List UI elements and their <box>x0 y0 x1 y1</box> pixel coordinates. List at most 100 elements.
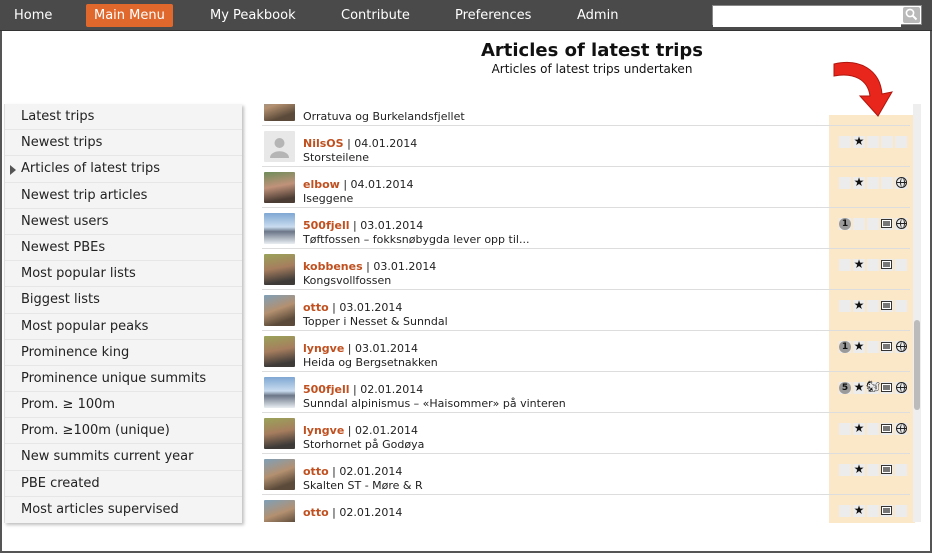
icon-slot <box>853 218 865 230</box>
avatar[interactable] <box>264 104 295 121</box>
sidebar-item-label: Prominence king <box>21 344 130 360</box>
trip-user-link[interactable]: elbow <box>303 178 340 191</box>
sidebar-item[interactable]: Prom. ≥ 100m <box>5 392 242 419</box>
nav-main-menu[interactable]: Main Menu <box>86 4 173 27</box>
sidebar-item[interactable]: Prominence unique summits <box>5 365 242 393</box>
trip-row[interactable]: kobbenes | 03.01.2014 Kongsvollfossen ★ <box>262 249 910 290</box>
nav-home[interactable]: Home <box>6 4 60 27</box>
photo-icon <box>881 219 892 228</box>
search-button[interactable] <box>903 7 920 23</box>
trip-user-link[interactable]: 500fjell <box>303 219 350 232</box>
trip-title-link[interactable]: Tøftfossen – fokksnøbygda lever opp til.… <box>303 233 529 246</box>
sidebar-item[interactable]: Newest trips <box>5 130 242 157</box>
trip-row[interactable]: 500fjell | 03.01.2014 Tøftfossen – fokksn… <box>262 208 910 249</box>
nav-preferences[interactable]: Preferences <box>447 4 539 27</box>
sidebar-item[interactable]: Newest trip articles <box>5 182 242 209</box>
trip-row[interactable]: otto | 02.01.2014Siste topp i Molde ★ <box>262 495 910 522</box>
icon-slot <box>839 505 851 517</box>
trip-title-link[interactable]: Skalten ST - Møre & R <box>303 479 423 492</box>
trip-title-link[interactable]: Storsteilene <box>303 151 369 164</box>
icon-slot <box>881 177 893 189</box>
comment-count-badge[interactable]: 1 <box>839 218 851 230</box>
sidebar-item[interactable]: Articles of latest trips <box>5 156 242 183</box>
trip-row[interactable]: Orratuva og Burkelandsfjellet <box>262 104 910 126</box>
trip-user-link[interactable]: otto <box>303 301 329 314</box>
sidebar-item[interactable]: Prom. ≥100m (unique) <box>5 418 242 445</box>
trip-user-link[interactable]: otto <box>303 506 329 519</box>
sidebar-item[interactable]: New summits current year <box>5 444 242 471</box>
icon-slot <box>895 505 907 517</box>
sidebar-item[interactable]: Biggest lists <box>5 287 242 314</box>
avatar[interactable] <box>264 295 295 326</box>
sidebar-item[interactable]: Most popular peaks <box>5 313 242 340</box>
trip-user-link[interactable]: lyngve <box>303 342 344 355</box>
sidebar-item-label: Biggest lists <box>21 292 100 308</box>
sidebar-item-label: Newest trip articles <box>21 187 148 203</box>
sidebar-item[interactable]: Newest PBEs <box>5 234 242 262</box>
search-box <box>712 5 922 27</box>
avatar[interactable] <box>264 336 295 367</box>
trip-icons: ★ <box>839 462 911 476</box>
scrollbar-thumb[interactable] <box>914 320 920 410</box>
trip-row[interactable]: NilsOS | 04.01.2014 Storsteilene ★ <box>262 126 910 167</box>
trip-title-link[interactable]: Storhornet på Godøya <box>303 438 424 451</box>
globe-icon <box>896 423 907 434</box>
sidebar-item[interactable]: Most popular lists <box>5 261 242 288</box>
separator: | <box>344 424 355 437</box>
avatar[interactable] <box>264 418 295 449</box>
trip-title-link[interactable]: Siste topp i Molde <box>303 520 401 522</box>
avatar[interactable] <box>264 377 295 408</box>
nav-contribute[interactable]: Contribute <box>333 4 418 27</box>
sidebar-item-label: PBE created <box>21 475 100 491</box>
trip-user-link[interactable]: otto <box>303 465 329 478</box>
icon-slot <box>867 423 879 435</box>
nav-my-peakbook[interactable]: My Peakbook <box>202 4 304 27</box>
default-avatar-icon[interactable] <box>264 131 295 162</box>
separator: | <box>344 342 355 355</box>
avatar[interactable] <box>264 459 295 490</box>
sidebar-item[interactable]: Most articles supervised <box>5 496 242 523</box>
trip-user-link[interactable]: 500fjell <box>303 383 350 396</box>
icon-slot <box>839 464 851 476</box>
trip-user-link[interactable]: kobbenes <box>303 260 363 273</box>
trip-title-link[interactable]: Iseggene <box>303 192 353 205</box>
trip-title-link[interactable]: Heida og Bergsetnakken <box>303 356 438 369</box>
search-input[interactable] <box>713 8 901 27</box>
globe-icon <box>896 177 907 188</box>
trip-title-link[interactable]: Sunndal alpinismus – «Haisommer» på vint… <box>303 397 566 410</box>
star-icon: ★ <box>853 462 865 476</box>
sidebar-item[interactable]: Prominence king <box>5 339 242 366</box>
icon-slot <box>881 136 893 148</box>
sidebar-item[interactable]: PBE created <box>5 470 242 497</box>
photo-icon <box>881 301 892 310</box>
trip-row[interactable]: lyngve | 03.01.2014 Heida og Bergsetnakke… <box>262 331 910 372</box>
trip-title-link[interactable]: Kongsvollfossen <box>303 274 391 287</box>
scrollbar-track[interactable] <box>913 104 921 522</box>
avatar[interactable] <box>264 172 295 203</box>
photo-icon <box>881 383 892 392</box>
nav-admin[interactable]: Admin <box>569 4 626 27</box>
trip-date: 03.01.2014 <box>354 342 418 355</box>
trip-user-link[interactable]: lyngve <box>303 424 344 437</box>
trip-row[interactable]: otto | 02.01.2014 Skalten ST - Møre & R ★ <box>262 454 910 495</box>
trip-user-link[interactable]: NilsOS <box>303 137 344 150</box>
sidebar-item[interactable]: Newest users <box>5 208 242 235</box>
avatar[interactable] <box>264 254 295 285</box>
trip-title-link[interactable]: Topper i Nesset & Sunndal <box>303 315 448 328</box>
sidebar-menu: Latest trips Newest trips Articles of late… <box>4 104 242 523</box>
trip-date: 02.01.2014 <box>339 465 403 478</box>
comment-count-badge[interactable]: 1 <box>839 341 851 353</box>
trip-meta: 500fjell | 03.01.2014 <box>303 219 423 232</box>
sidebar-item-label: Prom. ≥100m (unique) <box>21 423 170 439</box>
icon-slot <box>839 423 851 435</box>
avatar[interactable] <box>264 500 295 522</box>
trip-title-link[interactable]: Orratuva og Burkelandsfjellet <box>303 110 465 123</box>
sidebar-item[interactable]: Latest trips <box>5 104 242 131</box>
comment-count-badge[interactable]: 5 <box>839 382 851 394</box>
photo-icon <box>881 424 892 433</box>
trip-row[interactable]: 500fjell | 02.01.2014 Sunndal alpinismus … <box>262 372 910 413</box>
trip-row[interactable]: otto | 03.01.2014 Topper i Nesset & Sunnd… <box>262 290 910 331</box>
trip-row[interactable]: elbow | 04.01.2014 Iseggene ★ <box>262 167 910 208</box>
trip-row[interactable]: lyngve | 02.01.2014 Storhornet på Godøya ★ <box>262 413 910 454</box>
avatar[interactable] <box>264 213 295 244</box>
